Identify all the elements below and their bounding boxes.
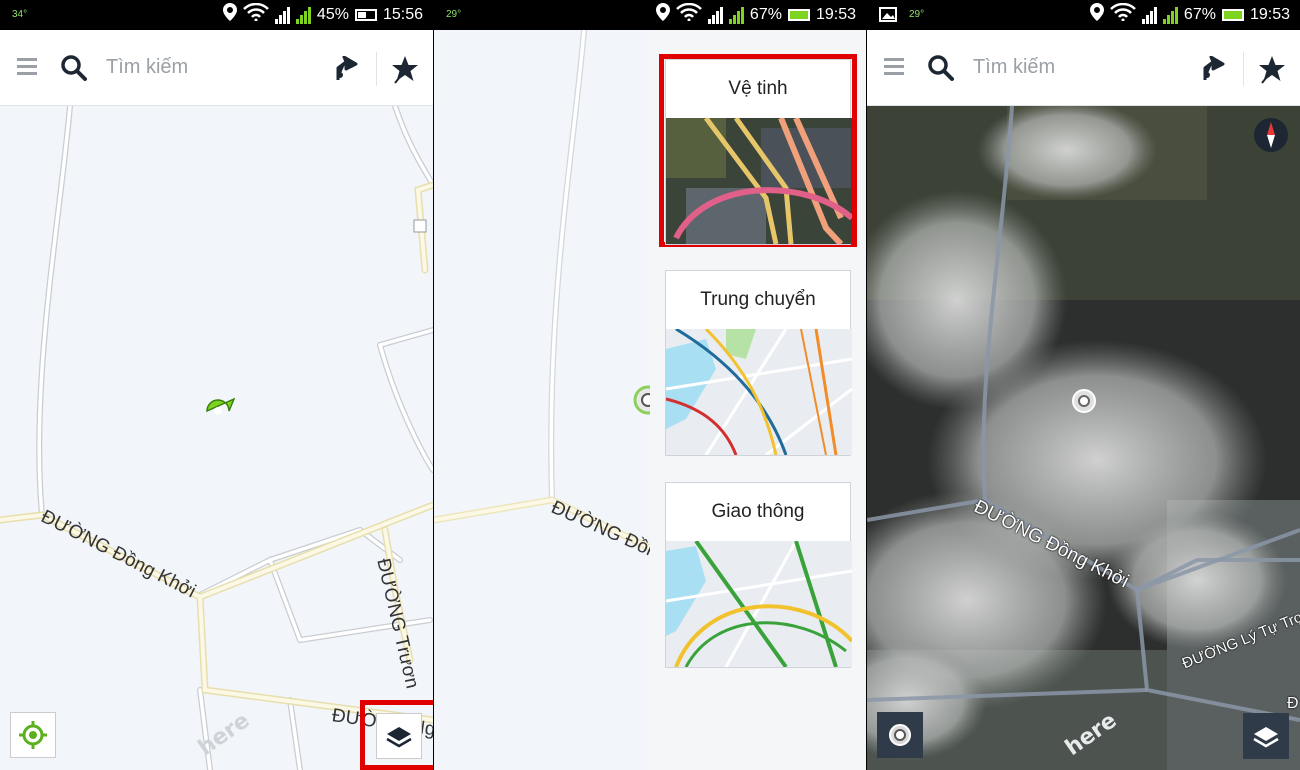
- battery-percent: 45%: [316, 6, 349, 23]
- battery-charging-icon: [1221, 9, 1244, 21]
- clock: 19:53: [815, 6, 856, 23]
- temperature: 29°: [446, 9, 462, 20]
- current-position-icon: [1072, 389, 1096, 413]
- location-status-icon: [222, 3, 237, 27]
- clock: 15:56: [382, 6, 423, 23]
- layer-card-traffic[interactable]: Giao thông: [665, 482, 852, 668]
- battery-percent: 67%: [749, 6, 782, 23]
- gallery-icon: [879, 7, 897, 22]
- signal-icon-sim1: [707, 6, 723, 24]
- traffic-thumbnail: [666, 541, 852, 667]
- route-icon[interactable]: [1199, 56, 1227, 82]
- status-bar: 29° 67% 19:53: [434, 0, 866, 30]
- search-input[interactable]: Tìm kiếm: [973, 56, 1055, 79]
- signal-icon-sim2: [295, 6, 311, 24]
- map-roads[interactable]: [0, 0, 433, 770]
- my-location-icon: [889, 724, 911, 746]
- signal-icon-sim1: [1141, 6, 1157, 24]
- my-location-icon: [19, 721, 47, 749]
- battery-charging-icon: [787, 9, 810, 21]
- signal-icon-sim2: [728, 6, 744, 24]
- compass-button[interactable]: [1254, 118, 1288, 152]
- search-input[interactable]: Tìm kiếm: [106, 56, 188, 79]
- compass-icon: [1267, 122, 1275, 148]
- location-pin-icon[interactable]: [203, 397, 235, 425]
- search-bar: Tìm kiếm: [0, 30, 433, 106]
- layers-button[interactable]: [376, 713, 422, 759]
- layer-card-satellite[interactable]: Vệ tinh: [665, 59, 852, 245]
- screenshot-composite: 34° 45% 15:56 Tìm kiếm ĐƯỜNG Đồng Khởi Đ…: [0, 0, 1300, 770]
- search-bar: Tìm kiếm: [867, 30, 1300, 106]
- map-panel-layer-picker: 29° 67% 19:53 ĐƯỜNG Đồng ĐƯ Vệ tinh: [434, 0, 866, 770]
- clock: 19:53: [1249, 6, 1290, 23]
- my-location-button[interactable]: [10, 712, 56, 758]
- favorites-icon[interactable]: [390, 54, 420, 84]
- menu-icon[interactable]: [884, 58, 904, 76]
- route-icon[interactable]: [332, 56, 360, 82]
- layers-icon: [1253, 727, 1279, 748]
- wifi-icon: [1110, 2, 1136, 27]
- battery-icon: [354, 9, 377, 21]
- layer-card-transit[interactable]: Trung chuyển: [665, 270, 852, 456]
- search-icon[interactable]: [60, 54, 88, 82]
- status-bar: 29° 67% 19:53: [867, 0, 1300, 30]
- location-status-icon: [655, 3, 670, 27]
- location-status-icon: [1089, 3, 1104, 27]
- battery-percent: 67%: [1183, 6, 1216, 23]
- temperature: 29°: [909, 9, 925, 20]
- temperature: 34°: [12, 9, 28, 20]
- layers-icon: [386, 727, 412, 748]
- transit-thumbnail: [666, 329, 852, 455]
- wifi-icon: [243, 2, 269, 27]
- wifi-icon: [676, 2, 702, 27]
- layers-button[interactable]: [1243, 713, 1289, 759]
- signal-icon-sim1: [274, 6, 290, 24]
- satellite-map[interactable]: [867, 0, 1300, 770]
- toolbar-divider: [376, 52, 377, 86]
- menu-icon[interactable]: [17, 58, 37, 76]
- signal-icon-sim2: [1162, 6, 1178, 24]
- layer-label-satellite: Vệ tinh: [728, 78, 788, 99]
- favorites-icon[interactable]: [1257, 54, 1287, 84]
- search-icon[interactable]: [927, 54, 955, 82]
- street-label-edge: Đ: [1287, 695, 1299, 712]
- map-panel-satellite: 29° 67% 19:53 Tìm kiếm ĐƯỜNG Đồng Khởi Đ…: [867, 0, 1300, 770]
- toolbar-divider: [1243, 52, 1244, 86]
- layer-label-transit: Trung chuyển: [700, 289, 816, 310]
- my-location-button[interactable]: [877, 712, 923, 758]
- layer-label-traffic: Giao thông: [711, 501, 805, 522]
- satellite-thumbnail: [666, 118, 852, 244]
- map-panel-standard: 34° 45% 15:56 Tìm kiếm ĐƯỜNG Đồng Khởi Đ…: [0, 0, 433, 770]
- status-bar: 34° 45% 15:56: [0, 0, 433, 30]
